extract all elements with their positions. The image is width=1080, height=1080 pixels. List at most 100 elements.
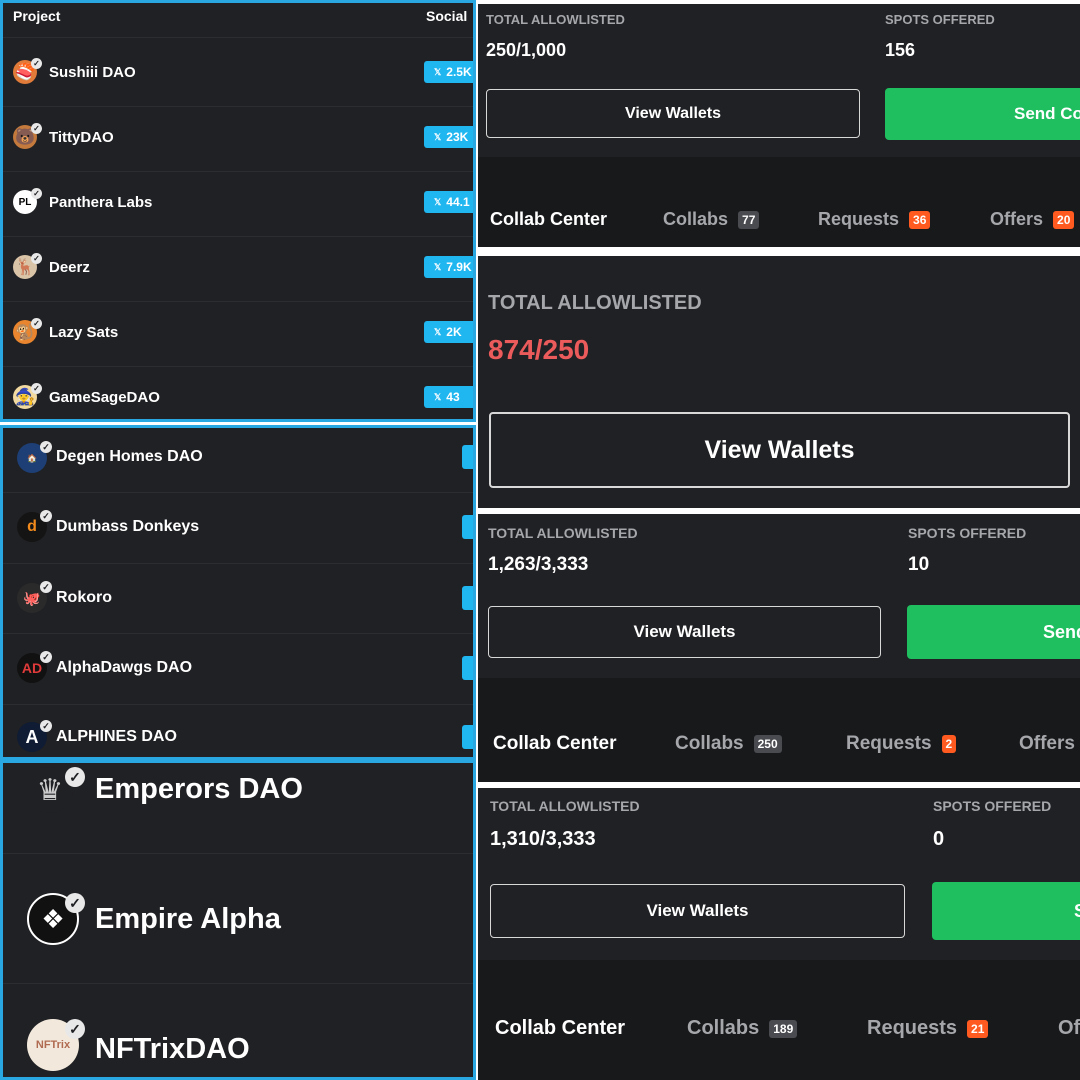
- tab-requests[interactable]: Requests 36: [818, 209, 931, 230]
- view-wallets-button[interactable]: View Wallets: [490, 884, 905, 938]
- project-row[interactable]: 🧙 ✓ GameSageDAO 𝕏 43: [3, 366, 473, 419]
- verified-icon: ✓: [31, 318, 42, 329]
- allowlist-card-2: TOTAL ALLOWLISTED 874/250 View Wallets: [478, 256, 1080, 508]
- twitter-followers-badge[interactable]: [462, 725, 473, 749]
- tab-collab-center[interactable]: Collab Center: [490, 209, 607, 230]
- send-button[interactable]: Send Co: [885, 88, 1080, 140]
- project-name[interactable]: Emperors DAO: [95, 773, 303, 806]
- verified-icon: ✓: [40, 441, 52, 453]
- project-name[interactable]: Lazy Sats: [49, 324, 118, 341]
- project-name[interactable]: Panthera Labs: [49, 194, 152, 211]
- send-button[interactable]: S: [932, 882, 1080, 940]
- twitter-followers-badge[interactable]: 𝕏 43: [424, 386, 473, 408]
- total-allowlisted-value: 1,263/3,333: [488, 554, 589, 575]
- spots-offered-label: SPOTS OFFERED: [885, 12, 995, 27]
- tab-requests[interactable]: Requests 21: [867, 1017, 989, 1040]
- total-allowlisted-label: TOTAL ALLOWLISTED: [490, 798, 640, 814]
- project-row[interactable]: PL ✓ Panthera Labs 𝕏 44.1: [3, 171, 473, 237]
- twitter-followers-badge[interactable]: 𝕏 2.5K: [424, 61, 473, 83]
- twitter-icon: 𝕏: [434, 326, 442, 337]
- project-name[interactable]: NFTrixDAO: [95, 1033, 250, 1066]
- view-wallets-button[interactable]: View Wallets: [489, 412, 1070, 488]
- header-social: Social: [426, 8, 468, 24]
- project-row[interactable]: 🐙 ✓ Rokoro: [3, 563, 473, 634]
- allowlist-card-4: TOTAL ALLOWLISTED 1,310/3,333 SPOTS OFFE…: [478, 788, 1080, 1080]
- tab-requests[interactable]: Requests 2: [846, 733, 957, 755]
- header-divider: [3, 36, 473, 38]
- twitter-followers-badge[interactable]: 𝕏 23K: [424, 126, 473, 148]
- twitter-icon: 𝕏: [434, 261, 442, 272]
- tab-collab-center[interactable]: Collab Center: [495, 1017, 625, 1040]
- twitter-icon: 𝕏: [434, 196, 442, 207]
- collab-tab-bar: Collab Center Collabs 77 Requests 36 Offer…: [478, 157, 1080, 247]
- twitter-followers-badge[interactable]: [462, 656, 473, 680]
- verified-icon: ✓: [65, 893, 85, 913]
- twitter-followers-badge[interactable]: [462, 445, 473, 469]
- project-name[interactable]: Sushiii DAO: [49, 64, 136, 81]
- project-name[interactable]: TittyDAO: [49, 129, 114, 146]
- collab-tab-bar: Collab Center Collabs 250 Requests 2 Offer…: [478, 678, 1080, 782]
- spots-offered-value: 0: [933, 828, 945, 850]
- send-button[interactable]: Send: [907, 605, 1080, 659]
- verified-icon: ✓: [40, 651, 52, 663]
- tab-collab-center[interactable]: Collab Center: [493, 733, 617, 755]
- project-name[interactable]: GameSageDAO: [49, 389, 160, 406]
- project-name[interactable]: Dumbass Donkeys: [56, 518, 199, 536]
- project-row[interactable]: NFTrix ✓ NFTrixDAO: [3, 983, 473, 1077]
- verified-icon: ✓: [40, 510, 52, 522]
- twitter-followers-badge[interactable]: 𝕏 44.1: [424, 191, 473, 213]
- requests-count-badge: 21: [967, 1019, 989, 1038]
- project-row[interactable]: A ✓ ALPHINES DAO: [3, 704, 473, 757]
- tab-offers[interactable]: Of: [1058, 1017, 1080, 1040]
- project-name[interactable]: ALPHINES DAO: [56, 728, 177, 746]
- twitter-followers-badge[interactable]: [462, 586, 473, 610]
- project-list-panel-a: Project Social 🍣 ✓ Sushiii DAO 𝕏 2.5K 🐻 ✓…: [0, 0, 476, 422]
- verified-icon: ✓: [31, 253, 42, 264]
- tab-collabs[interactable]: Collabs 250: [675, 733, 782, 755]
- project-row[interactable]: 🐒 ✓ Lazy Sats 𝕏 2K: [3, 301, 473, 367]
- project-row[interactable]: ❖ ✓ Empire Alpha: [3, 853, 473, 984]
- spots-offered-value: 10: [908, 554, 930, 575]
- allowlist-card-3: TOTAL ALLOWLISTED 1,263/3,333 SPOTS OFFE…: [478, 514, 1080, 782]
- verified-icon: ✓: [31, 188, 42, 199]
- project-row[interactable]: AD ✓ AlphaDawgs DAO: [3, 633, 473, 705]
- view-wallets-button[interactable]: View Wallets: [488, 606, 881, 658]
- project-row[interactable]: d ✓ Dumbass Donkeys: [3, 492, 473, 564]
- collab-tab-bar: Collab Center Collabs 189 Requests 21 Of: [478, 960, 1080, 1080]
- tab-offers[interactable]: Offers: [1019, 733, 1075, 755]
- tab-offers[interactable]: Offers 20: [990, 209, 1075, 230]
- collabs-count-badge: 250: [753, 734, 782, 753]
- project-row[interactable]: ♛ ✓ Emperors DAO: [3, 763, 473, 854]
- verified-icon: ✓: [40, 720, 52, 732]
- verified-icon: ✓: [31, 123, 42, 134]
- spots-offered-label: SPOTS OFFERED: [908, 525, 1027, 541]
- project-name[interactable]: Degen Homes DAO: [56, 448, 203, 466]
- total-allowlisted-label: TOTAL ALLOWLISTED: [486, 12, 625, 27]
- project-name[interactable]: Empire Alpha: [95, 903, 281, 936]
- collabs-count-badge: 77: [738, 211, 760, 230]
- project-row[interactable]: 🐻 ✓ TittyDAO 𝕏 23K: [3, 106, 473, 172]
- project-name[interactable]: Rokoro: [56, 589, 112, 607]
- project-name[interactable]: AlphaDawgs DAO: [56, 659, 192, 677]
- verified-icon: ✓: [40, 581, 52, 593]
- view-wallets-button[interactable]: View Wallets: [486, 89, 860, 138]
- verified-icon: ✓: [31, 58, 42, 69]
- project-name[interactable]: Deerz: [49, 259, 90, 276]
- verified-icon: ✓: [65, 767, 85, 787]
- verified-icon: ✓: [31, 383, 42, 394]
- tab-collabs[interactable]: Collabs 189: [687, 1017, 798, 1040]
- total-allowlisted-value: 874/250: [488, 334, 590, 365]
- project-list-panel-b: 🏠 ✓ Degen Homes DAO d ✓ Dumbass Donkeys …: [0, 425, 476, 760]
- project-row[interactable]: 🏠 ✓ Degen Homes DAO: [3, 428, 473, 493]
- project-row[interactable]: 🦌 ✓ Deerz 𝕏 7.9K: [3, 236, 473, 302]
- twitter-icon: 𝕏: [434, 66, 442, 77]
- spots-offered-value: 156: [885, 40, 916, 60]
- twitter-icon: 𝕏: [434, 391, 442, 402]
- tab-collabs[interactable]: Collabs 77: [663, 209, 760, 230]
- twitter-followers-badge[interactable]: 𝕏 7.9K: [424, 256, 473, 278]
- requests-count-badge: 36: [909, 211, 931, 230]
- twitter-followers-badge[interactable]: 𝕏 2K: [424, 321, 473, 343]
- twitter-followers-badge[interactable]: [462, 515, 473, 539]
- spots-offered-label: SPOTS OFFERED: [933, 798, 1052, 814]
- project-row[interactable]: 🍣 ✓ Sushiii DAO 𝕏 2.5K: [3, 41, 473, 107]
